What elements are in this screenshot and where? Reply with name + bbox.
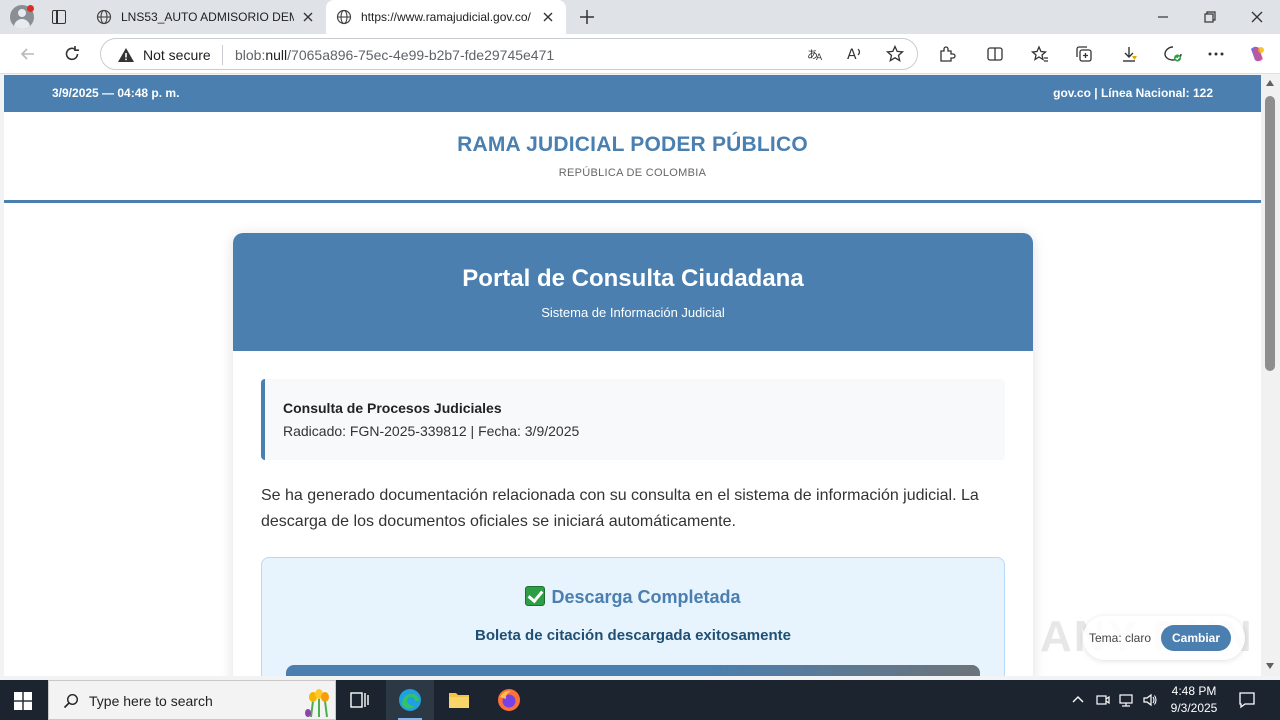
- folder-icon: [449, 693, 469, 708]
- task-view-button[interactable]: [336, 680, 384, 720]
- close-window-icon[interactable]: [1246, 6, 1268, 28]
- back-arrow-icon[interactable]: [18, 44, 38, 64]
- minimize-icon[interactable]: [1152, 6, 1174, 28]
- download-title: Descarga Completada: [262, 586, 1004, 608]
- svg-text:A: A: [816, 53, 823, 63]
- process-info-box: Consulta de Procesos Judiciales Radicado…: [261, 379, 1005, 460]
- info-detail: Radicado: FGN-2025-339812 | Fecha: 3/9/2…: [283, 423, 580, 439]
- check-mark-icon: [525, 586, 546, 606]
- tab-ramajudicial[interactable]: https://www.ramajudicial.gov.co/: [326, 0, 566, 34]
- search-icon: [63, 693, 79, 709]
- copilot-icon[interactable]: [1247, 44, 1267, 64]
- globe-icon: [96, 9, 112, 25]
- tulips-icon: [305, 689, 329, 718]
- card-subtitle: Sistema de Información Judicial: [541, 305, 725, 320]
- collections-icon[interactable]: [1074, 44, 1094, 64]
- extensions-icon[interactable]: [937, 44, 957, 64]
- gov-links[interactable]: gov.co | Línea Nacional: 122: [1053, 86, 1213, 100]
- tray-chevron-icon[interactable]: [1070, 692, 1086, 708]
- download-status-box: Descarga Completada Boleta de citación d…: [261, 557, 1005, 676]
- globe-icon: [336, 9, 352, 25]
- restore-icon[interactable]: [1199, 6, 1221, 28]
- favorite-star-icon[interactable]: [885, 44, 905, 64]
- header-divider: [4, 200, 1261, 203]
- download-subtitle: Boleta de citación descargada exitosamen…: [475, 627, 791, 644]
- more-menu-icon[interactable]: [1206, 44, 1226, 64]
- windows-taskbar: Type here to search 4:48 PM 9/3/2025: [0, 680, 1280, 720]
- tab-label: LNS53_AUTO ADMISORIO DEMAN: [121, 10, 294, 24]
- body-paragraph: Se ha generado documentación relacionada…: [261, 487, 979, 530]
- refresh-icon[interactable]: [62, 44, 82, 64]
- warning-triangle-icon[interactable]: [117, 46, 135, 64]
- notifications-icon[interactable]: [1238, 691, 1256, 709]
- scroll-thumb[interactable]: [1265, 96, 1275, 371]
- svg-text:A: A: [847, 47, 857, 63]
- tab-label: https://www.ramajudicial.gov.co/: [361, 10, 531, 24]
- date-time-text: 3/9/2025 — 04:48 p. m.: [52, 86, 180, 100]
- translate-icon[interactable]: あA: [805, 44, 825, 64]
- edge-taskbar-button[interactable]: [386, 680, 434, 720]
- scroll-up-icon[interactable]: [1266, 80, 1274, 86]
- browser-essentials-icon[interactable]: [1163, 44, 1183, 64]
- edge-icon: [399, 689, 421, 711]
- taskbar-search-box[interactable]: Type here to search: [48, 680, 336, 720]
- task-view-icon: [350, 692, 369, 708]
- firefox-taskbar-button[interactable]: [485, 680, 533, 720]
- downloads-icon[interactable]: [1119, 44, 1139, 64]
- read-aloud-icon[interactable]: A: [845, 44, 865, 64]
- gov-top-bar: 3/9/2025 — 04:48 p. m. gov.co | Línea Na…: [4, 75, 1261, 112]
- change-theme-button[interactable]: Cambiar: [1161, 625, 1231, 651]
- tab-lns53-document[interactable]: LNS53_AUTO ADMISORIO DEMAN: [86, 0, 326, 34]
- taskbar-clock[interactable]: 4:48 PM 9/3/2025: [1160, 683, 1228, 717]
- close-tab-icon[interactable]: [540, 9, 556, 25]
- page-viewport: 3/9/2025 — 04:48 p. m. gov.co | Línea Na…: [4, 75, 1261, 676]
- windows-start-icon[interactable]: [14, 692, 32, 710]
- clock-time: 4:48 PM: [1171, 684, 1217, 698]
- close-tab-icon[interactable]: [300, 9, 316, 25]
- search-placeholder: Type here to search: [89, 693, 213, 709]
- network-icon[interactable]: [1118, 692, 1134, 708]
- site-subtitle: REPÚBLICA DE COLOMBIA: [558, 167, 707, 179]
- address-divider: [222, 45, 223, 65]
- favorites-icon[interactable]: [1030, 44, 1050, 64]
- site-title: RAMA JUDICIAL PODER PÚBLICO: [457, 133, 808, 156]
- meet-now-icon[interactable]: [1095, 692, 1111, 708]
- new-tab-icon[interactable]: [578, 8, 596, 26]
- page-scrollbar[interactable]: [1261, 75, 1280, 676]
- download-action-bar[interactable]: [286, 665, 980, 676]
- info-title: Consulta de Procesos Judiciales: [283, 400, 502, 416]
- clock-date: 9/3/2025: [1170, 701, 1218, 715]
- security-label[interactable]: Not secure: [143, 47, 211, 63]
- card-title: Portal de Consulta Ciudadana: [462, 265, 804, 292]
- tab-strip: LNS53_AUTO ADMISORIO DEMAN https://www.r…: [0, 0, 1280, 34]
- tab-actions-icon[interactable]: [50, 8, 68, 26]
- theme-toggle: Tema: claro Cambiar: [1083, 616, 1245, 660]
- profile-notification-dot: [27, 5, 34, 12]
- card-header: Portal de Consulta Ciudadana Sistema de …: [233, 233, 1033, 351]
- split-screen-icon[interactable]: [985, 44, 1005, 64]
- url-text[interactable]: blob:null/7065a896-75ec-4e99-b2b7-fde297…: [235, 47, 554, 63]
- scroll-down-icon[interactable]: [1266, 663, 1274, 669]
- browser-toolbar: Not secure blob:null/7065a896-75ec-4e99-…: [0, 34, 1280, 74]
- address-bar[interactable]: Not secure blob:null/7065a896-75ec-4e99-…: [100, 38, 918, 70]
- file-explorer-button[interactable]: [435, 680, 483, 720]
- volume-icon[interactable]: [1142, 692, 1158, 708]
- theme-label: Tema: claro: [1089, 631, 1152, 645]
- firefox-icon: [498, 689, 520, 711]
- consulta-card: Portal de Consulta Ciudadana Sistema de …: [233, 233, 1033, 676]
